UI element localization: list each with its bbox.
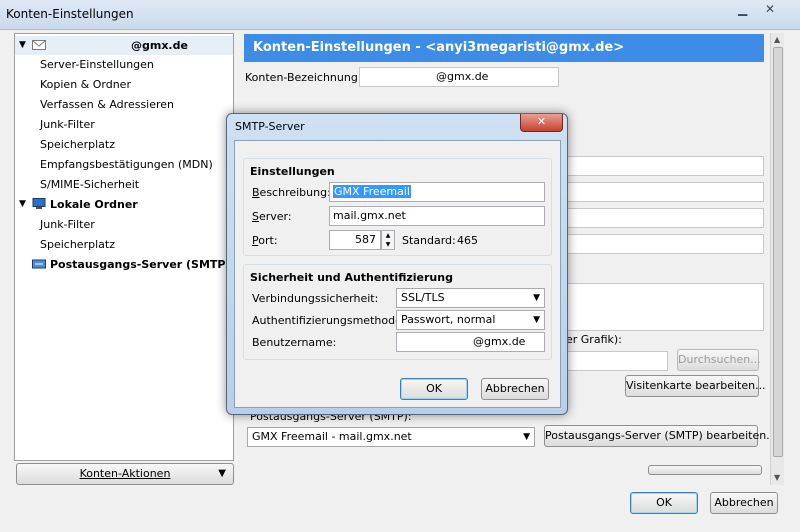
smtp-server-dialog: SMTP-Server ✕ Einstellungen Beschreibung… [226, 113, 568, 415]
tree-item-account[interactable]: ▼ @gmx.de [15, 36, 233, 55]
dialog-cancel-button[interactable]: Abbrechen [481, 378, 549, 400]
computer-icon [32, 198, 46, 209]
account-actions-button[interactable]: Konten-Aktionen ▼ [16, 463, 234, 485]
graphic-hint: er Grafik): [566, 333, 622, 346]
username-label: Benutzername: [252, 336, 337, 349]
port-label: Port: [252, 234, 278, 247]
description-input[interactable]: GMX Freemail [329, 182, 545, 202]
close-icon[interactable]: ✕ [520, 114, 563, 132]
account-actions-label: Konten-Aktionen [79, 467, 171, 480]
tree-item-local-folders[interactable]: ▼ Lokale Ordner [15, 195, 233, 214]
chevron-down-icon[interactable]: ▼ [19, 36, 26, 55]
dialog-ok-button[interactable]: OK [400, 378, 468, 400]
port-spinner[interactable]: ▲ ▼ [381, 230, 395, 250]
chevron-down-icon: ▼ [218, 468, 226, 479]
tree-item-local-junk[interactable]: Junk-Filter [15, 215, 233, 234]
smtp-label: Postausgangs-Server (SMTP) [50, 258, 231, 271]
account-name-field[interactable]: @gmx.de [359, 67, 559, 87]
tree-item-junk[interactable]: Junk-Filter [15, 115, 233, 134]
server-input[interactable]: mail.gmx.net [329, 206, 545, 226]
standard-port-value: 465 [457, 234, 478, 247]
window-title: Konten-Einstellungen [6, 7, 134, 21]
tree-item-label: Server-Einstellungen [40, 58, 154, 71]
local-folders-label: Lokale Ordner [50, 198, 138, 211]
tree-item-local-storage[interactable]: Speicherplatz [15, 235, 233, 254]
signature-file-field[interactable] [562, 351, 668, 371]
security-group: Sicherheit und Authentifizierung Verbind… [243, 264, 552, 360]
scrollbar[interactable]: ▲ ▼ [770, 33, 784, 485]
minimize-icon[interactable]: ▁ [738, 2, 747, 16]
tree-item-server-settings[interactable]: Server-Einstellungen [15, 55, 233, 74]
settings-group-title: Einstellungen [250, 165, 335, 178]
mail-icon [32, 40, 46, 50]
auth-method-label: Authentifizierungsmethode: [252, 314, 406, 327]
security-group-title: Sicherheit und Authentifizierung [250, 271, 453, 284]
ok-button[interactable]: OK [630, 492, 698, 514]
identity-field-1[interactable] [562, 156, 764, 176]
page-title: Konten-Einstellungen - <anyi3megaristi@g… [244, 34, 764, 62]
auth-method-value: Passwort, normal [401, 313, 496, 326]
auth-method-select[interactable]: Passwort, normal ▼ [396, 310, 545, 330]
tree-item-label: Speicherplatz [40, 138, 115, 151]
scroll-up-icon[interactable]: ▲ [774, 35, 780, 44]
title-bar: Konten-Einstellungen ▁ ✕ [0, 0, 800, 30]
account-tree[interactable]: ▼ @gmx.de Server-Einstellungen Kopien & … [14, 33, 234, 461]
scrollbar-thumb[interactable] [773, 47, 783, 457]
account-name-label: Konten-Bezeichnung: [245, 71, 362, 84]
chevron-down-icon: ▼ [523, 432, 530, 442]
conn-security-label: Verbindungssicherheit: [252, 292, 379, 305]
chevron-down-icon: ▼ [533, 315, 540, 325]
outgoing-server-icon [32, 259, 46, 269]
tree-item-label: S/MIME-Sicherheit [40, 178, 140, 191]
tree-item-label: Verfassen & Adressieren [40, 98, 175, 111]
identity-field-4[interactable] [562, 234, 764, 254]
identity-field-2[interactable] [562, 182, 764, 202]
tree-item-composition[interactable]: Verfassen & Adressieren [15, 95, 233, 114]
tree-item-label: Speicherplatz [40, 238, 115, 251]
chevron-down-icon: ▼ [533, 293, 540, 303]
conn-security-select[interactable]: SSL/TLS ▼ [396, 288, 545, 308]
conn-security-value: SSL/TLS [401, 291, 445, 304]
edit-smtp-button[interactable]: Postausgangs-Server (SMTP) bearbeiten... [544, 425, 777, 447]
tree-item-label: Empfangsbestätigungen (MDN) [40, 158, 213, 171]
chevron-down-icon[interactable]: ▼ [19, 195, 26, 214]
tree-item-smtp[interactable]: Postausgangs-Server (SMTP) [15, 255, 233, 274]
smtp-server-value: GMX Freemail - mail.gmx.net [252, 430, 412, 443]
tree-item-mdn[interactable]: Empfangsbestätigungen (MDN) [15, 155, 233, 174]
username-input[interactable]: @gmx.de [396, 332, 545, 352]
edit-vcard-button[interactable]: Visitenkarte bearbeiten... [625, 375, 766, 397]
smtp-server-select[interactable]: GMX Freemail - mail.gmx.net ▼ [247, 427, 535, 447]
identity-field-3[interactable] [562, 208, 764, 228]
account-label: @gmx.de [131, 39, 188, 52]
tree-item-label: Junk-Filter [40, 218, 95, 231]
server-label: Server: [252, 210, 292, 223]
port-input[interactable]: 587 [329, 230, 381, 250]
description-value: GMX Freemail [333, 185, 411, 198]
tree-item-smime[interactable]: S/MIME-Sicherheit [15, 175, 233, 194]
manage-identities-button[interactable] [648, 465, 762, 475]
tree-item-copies-folders[interactable]: Kopien & Ordner [15, 75, 233, 94]
dialog-title: SMTP-Server [235, 120, 305, 133]
standard-label: Standard: [402, 234, 456, 247]
cancel-button[interactable]: Abbrechen [710, 492, 778, 514]
tree-item-storage[interactable]: Speicherplatz [15, 135, 233, 154]
tree-item-label: Junk-Filter [40, 118, 95, 131]
dialog-body: Einstellungen Beschreibung: GMX Freemail… [234, 140, 561, 408]
browse-button[interactable]: Durchsuchen... [677, 349, 761, 371]
tree-item-label: Kopien & Ordner [40, 78, 131, 91]
signature-textarea[interactable] [562, 283, 764, 331]
scroll-down-icon[interactable]: ▼ [774, 473, 780, 482]
close-icon[interactable]: ✕ [765, 2, 775, 16]
settings-group: Einstellungen Beschreibung: GMX Freemail… [243, 158, 552, 256]
description-label: Beschreibung: [252, 186, 331, 199]
